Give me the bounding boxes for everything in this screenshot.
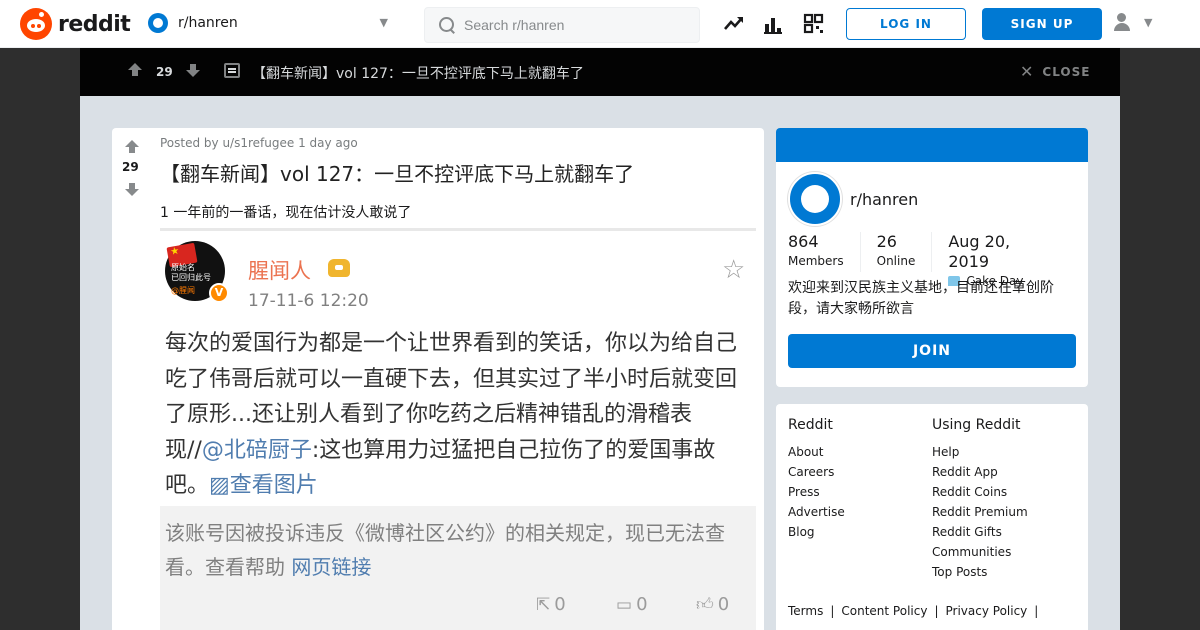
footer-link-content-policy[interactable]: Content Policy: [841, 604, 927, 618]
downvote-arrow-icon[interactable]: [125, 182, 139, 196]
post-card: 29 Posted by u/s1refugee 1 day ago 【翻车新闻…: [112, 128, 764, 630]
footer-col-reddit: Reddit About Careers Press Advertise Blo…: [788, 416, 845, 542]
members-label: Members: [788, 254, 844, 268]
comment-icon: ▭: [616, 594, 633, 615]
post-title[interactable]: 【翻车新闻】vol 127：一旦不控评底下马上就翻车了: [160, 158, 634, 187]
members-stat: 864 Members: [788, 232, 861, 272]
footer-link-careers[interactable]: Careers: [788, 462, 845, 482]
weibo-repost-box: 该账号因被投诉违反《微博社区公约》的相关规定，现已无法查看。查看帮助 网页链接 …: [160, 506, 756, 630]
crown-icon: [328, 259, 350, 277]
like-count: 0: [717, 594, 730, 615]
members-count: 864: [788, 232, 819, 251]
footer-link-reddit-premium[interactable]: Reddit Premium: [932, 502, 1028, 522]
upvote-arrow-icon[interactable]: [125, 140, 139, 154]
weibo-text: 每次的爱国行为都是一个让世界看到的笑话，你以为给自己吃了伟哥后就可以一直硬下去，…: [165, 326, 750, 504]
community-description: 欢迎来到汉民族主义基地，目前还在草创阶段，请大家畅所欲言: [788, 280, 1054, 317]
community-stats: 864 Members 26 Online Aug 20, 2019 Cake …: [788, 232, 1076, 288]
subreddit-selector-label: r/hanren: [178, 15, 238, 31]
content-area: 29 Posted by u/s1refugee 1 day ago 【翻车新闻…: [80, 96, 1120, 630]
repost-notice-text: 该账号因被投诉违反《微博社区公约》的相关规定，现已无法查看。查看帮助: [165, 521, 725, 579]
footer-links-card: Reddit About Careers Press Advertise Blo…: [776, 404, 1088, 630]
thumbs-up-icon: 👍︎: [696, 595, 714, 615]
comment-icon: [224, 63, 240, 78]
weibo-action-row: ⇱ 0 ▭ 0 👍︎ 0: [160, 594, 750, 618]
share-count: 0: [554, 594, 566, 615]
online-label: Online: [876, 254, 916, 268]
close-label: CLOSE: [1042, 65, 1091, 79]
weibo-timestamp: 17-11-6 12:20: [248, 291, 369, 311]
close-button[interactable]: ✕ CLOSE: [1020, 62, 1091, 81]
subreddit-selector[interactable]: r/hanren ▼: [148, 13, 398, 33]
search-input[interactable]: [464, 17, 684, 33]
share-icon: ⇱: [536, 594, 551, 615]
footer-link-press[interactable]: Press: [788, 482, 845, 502]
footer-link-reddit-app[interactable]: Reddit App: [932, 462, 1028, 482]
about-community-card: r/hanren 864 Members 26 Online Aug 20, 2…: [776, 128, 1088, 387]
footer-link-top-posts[interactable]: Top Posts: [932, 562, 1028, 582]
footer-link-about[interactable]: About: [788, 442, 845, 462]
signup-button[interactable]: SIGN UP: [982, 8, 1102, 40]
vote-count: 29: [122, 160, 139, 174]
post-body-text: 1 一年前的一番话，现在估计没人敢说了: [160, 205, 412, 221]
post-overlay-bar: 29 【翻车新闻】vol 127：一旦不控评底下马上就翻车了 ✕ CLOSE: [80, 48, 1120, 96]
avatar-caption: 原始名 已回归此号: [171, 263, 211, 282]
user-menu[interactable]: ▼: [1112, 12, 1152, 32]
footer-link-advertise[interactable]: Advertise: [788, 502, 845, 522]
vote-count: 29: [156, 65, 173, 79]
header-icon-group: [722, 12, 842, 36]
verified-badge-icon: V: [209, 283, 229, 303]
community-avatar: [788, 172, 842, 226]
cake-day-stat: Aug 20, 2019 Cake Day: [948, 232, 1060, 288]
footer-col-using-reddit: Using Reddit Help Reddit App Reddit Coin…: [932, 416, 1028, 582]
weibo-mention: @北碚厨子: [201, 437, 312, 463]
weibo-comment: ▭ 0: [616, 594, 648, 615]
online-count: 26: [876, 232, 897, 251]
community-banner: [776, 128, 1088, 162]
search-icon: [439, 17, 455, 33]
footer-link-communities[interactable]: Communities: [932, 542, 1028, 562]
subreddit-icon: [148, 13, 168, 33]
post-meta: Posted by u/s1refugee 1 day ago: [160, 136, 358, 150]
chevron-down-icon: ▼: [379, 16, 388, 29]
footer-link-reddit-coins[interactable]: Reddit Coins: [932, 482, 1028, 502]
top-header: reddit r/hanren ▼ LOG IN SIGN UP ▼: [0, 0, 1200, 48]
comment-count: 0: [636, 594, 648, 615]
weibo-avatar: 原始名 已回归此号 @腥闻 V: [165, 241, 229, 303]
view-image-link: ▨查看图片: [209, 473, 318, 498]
embedded-weibo-screenshot: 原始名 已回归此号 @腥闻 V 腥闻人 17-11-6 12:20 ☆ 每次的爱…: [160, 228, 756, 630]
online-stat: 26 Online: [877, 232, 933, 272]
login-button[interactable]: LOG IN: [846, 8, 966, 40]
reddit-logo[interactable]: reddit: [20, 8, 131, 40]
reddit-snoo-icon: [20, 8, 52, 40]
logo-wordmark: reddit: [58, 11, 131, 37]
post-bar-title: 【翻车新闻】vol 127：一旦不控评底下马上就翻车了: [252, 66, 584, 82]
cake-day-date: Aug 20, 2019: [948, 232, 1011, 271]
footer-link-blog[interactable]: Blog: [788, 522, 845, 542]
footer-bottom-links: Terms | Content Policy | Privacy Policy |: [788, 604, 1039, 618]
footer-link-reddit-gifts[interactable]: Reddit Gifts: [932, 522, 1028, 542]
repost-notice: 该账号因被投诉违反《微博社区公约》的相关规定，现已无法查看。查看帮助 网页链接: [165, 516, 750, 584]
weibo-author: 腥闻人: [248, 259, 311, 283]
search-bar[interactable]: [424, 7, 700, 43]
user-icon: [1112, 12, 1132, 32]
footer-col-title: Using Reddit: [932, 417, 1021, 433]
weibo-like: 👍︎ 0: [696, 594, 729, 615]
footer-link-terms[interactable]: Terms: [788, 604, 823, 618]
weibo-share: ⇱ 0: [536, 594, 566, 615]
chevron-down-icon: ▼: [1144, 15, 1153, 29]
footer-col-title: Reddit: [788, 417, 833, 433]
topics-grid-icon[interactable]: [802, 12, 826, 36]
web-link: 网页链接: [291, 555, 372, 579]
trending-icon[interactable]: [722, 12, 746, 36]
leaderboard-icon[interactable]: [762, 12, 786, 36]
footer-link-privacy-policy[interactable]: Privacy Policy: [946, 604, 1028, 618]
star-icon: ☆: [722, 255, 746, 285]
footer-link-help[interactable]: Help: [932, 442, 1028, 462]
community-name[interactable]: r/hanren: [850, 190, 918, 209]
avatar-handle: @腥闻: [171, 286, 195, 295]
join-button[interactable]: JOIN: [788, 334, 1076, 368]
close-icon: ✕: [1020, 62, 1035, 81]
